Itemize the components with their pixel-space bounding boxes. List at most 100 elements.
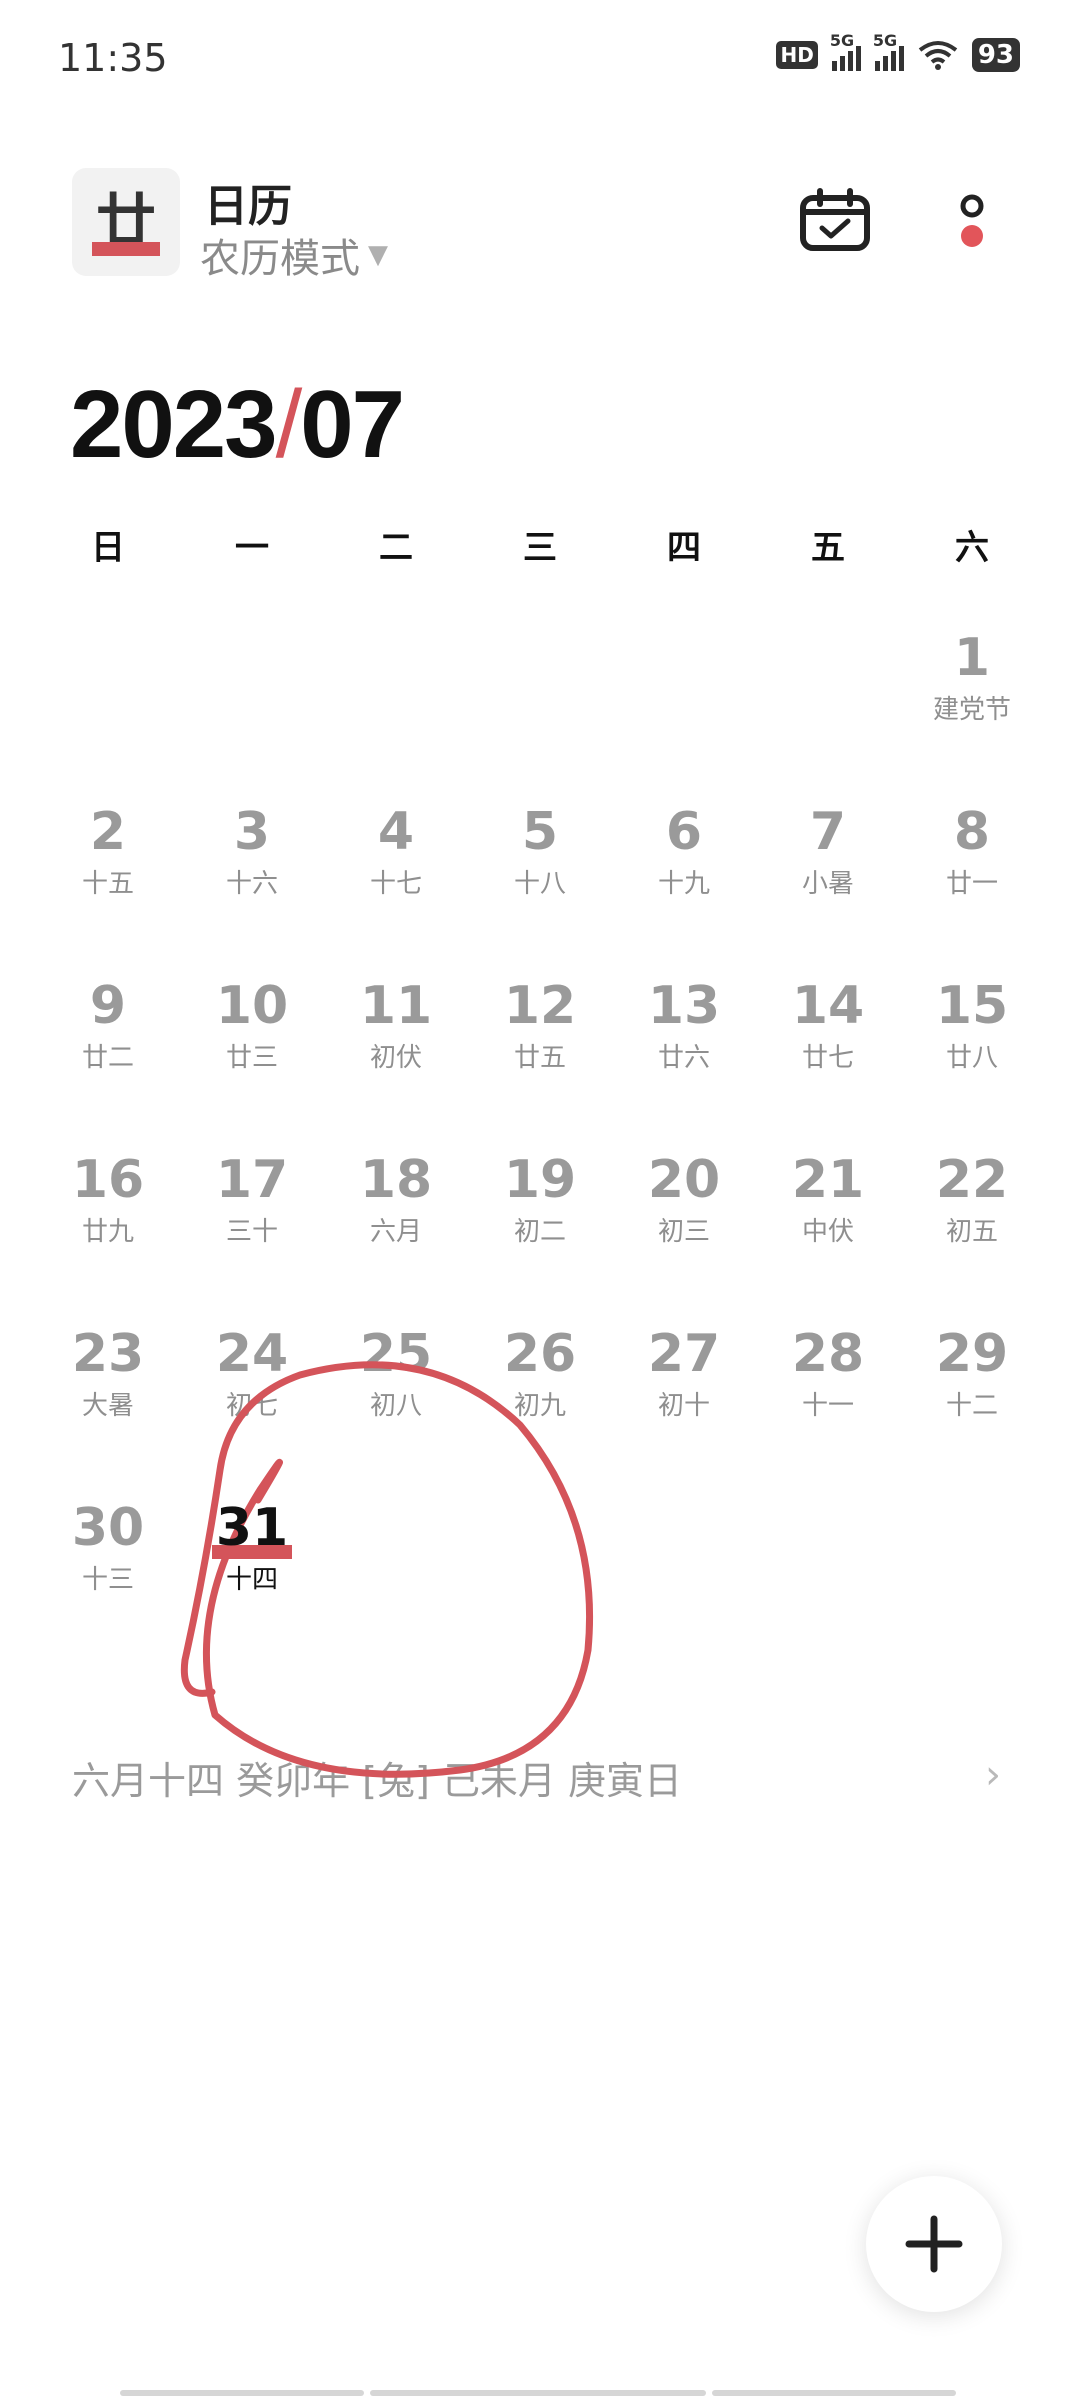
lunar-label: 初九 — [513, 1391, 566, 1421]
wifi-icon — [918, 41, 958, 70]
day-cell[interactable]: 17 三十 — [180, 1147, 324, 1321]
day-cell[interactable]: 22 初五 — [900, 1147, 1044, 1321]
day-cell[interactable]: 23 大暑 — [36, 1321, 180, 1495]
lunar-label: 初十 — [657, 1391, 710, 1421]
day-cell[interactable]: 13 廿六 — [612, 973, 756, 1147]
day-cell[interactable]: 26 初九 — [468, 1321, 612, 1495]
lunar-label: 十四 — [225, 1565, 278, 1595]
calendar-week: 23 大暑 24 初七 25 初八 26 初九 27 初十 28 十一 29 十二 — [36, 1321, 1044, 1495]
more-icon[interactable] — [950, 190, 994, 254]
lunar-label: 中伏 — [801, 1217, 854, 1247]
day-cell[interactable]: 19 初二 — [468, 1147, 612, 1321]
day-cell[interactable]: 27 初十 — [612, 1321, 756, 1495]
day-number: 8 — [953, 802, 991, 862]
lunar-label: 十三 — [81, 1565, 134, 1595]
lunar-label: 建党节 — [932, 695, 1011, 725]
day-cell — [36, 625, 180, 799]
hd-icon: HD — [776, 41, 818, 69]
day-cell[interactable]: 21 中伏 — [756, 1147, 900, 1321]
month-separator: / — [275, 371, 303, 478]
lunar-date-info[interactable]: 六月十四 癸卯年 [兔] 己未月 庚寅日 — [72, 1750, 682, 1805]
day-cell[interactable]: 12 廿五 — [468, 973, 612, 1147]
lunar-label: 廿一 — [945, 869, 998, 899]
day-cell[interactable]: 5 十八 — [468, 799, 612, 973]
logo-accent-bar — [92, 242, 160, 256]
weekday-label: 日 — [91, 528, 125, 568]
calendar-week: 1 建党节 — [36, 625, 1044, 799]
status-time: 11:35 — [58, 36, 168, 80]
app-title: 日历 — [204, 181, 292, 232]
add-event-button[interactable] — [866, 2176, 1002, 2312]
day-cell[interactable]: 18 六月 — [324, 1147, 468, 1321]
day-cell[interactable]: 7 小暑 — [756, 799, 900, 973]
lunar-label: 初三 — [657, 1217, 710, 1247]
day-number: 21 — [791, 1150, 865, 1210]
weekday-label: 一 — [235, 528, 269, 568]
day-number: 7 — [809, 802, 847, 862]
lunar-label: 廿五 — [513, 1043, 566, 1073]
day-cell[interactable]: 15 廿八 — [900, 973, 1044, 1147]
lunar-label: 十九 — [657, 869, 710, 899]
month-label: 07 — [300, 371, 405, 478]
month-title[interactable]: 2023/07 — [70, 370, 405, 480]
day-number: 5 — [521, 802, 559, 862]
lunar-label: 十六 — [225, 869, 278, 899]
day-number: 14 — [791, 976, 865, 1036]
weekday-label: 六 — [955, 528, 989, 568]
calendar-week: 2 十五 3 十六 4 十七 5 十八 6 十九 7 小暑 8 廿一 — [36, 799, 1044, 973]
lunar-label: 初七 — [225, 1391, 278, 1421]
weekday-label: 四 — [667, 528, 701, 568]
day-cell[interactable]: 30 十三 — [36, 1495, 180, 1669]
network-type-label: 5G — [829, 31, 855, 50]
status-bar: 11:35 HD 5G 5G 93 — [0, 0, 1080, 120]
day-cell[interactable]: 11 初伏 — [324, 973, 468, 1147]
lunar-label: 廿六 — [657, 1043, 710, 1073]
day-cell[interactable]: 24 初七 — [180, 1321, 324, 1495]
lunar-label: 十五 — [81, 869, 134, 899]
lunar-label: 廿八 — [945, 1043, 998, 1073]
day-number: 25 — [359, 1324, 433, 1384]
day-number: 10 — [215, 976, 289, 1036]
day-number: 15 — [935, 976, 1009, 1036]
day-cell[interactable]: 6 十九 — [612, 799, 756, 973]
day-number: 13 — [647, 976, 721, 1036]
day-cell[interactable]: 2 十五 — [36, 799, 180, 973]
navigation-handle — [120, 2390, 956, 2396]
lunar-label: 十七 — [369, 869, 422, 899]
day-number: 1 — [953, 628, 991, 688]
weekday-label: 二 — [379, 528, 413, 568]
day-cell[interactable]: 25 初八 — [324, 1321, 468, 1495]
day-cell[interactable]: 1 建党节 — [900, 625, 1044, 799]
day-number: 9 — [89, 976, 127, 1036]
lunar-label: 廿七 — [801, 1043, 854, 1073]
day-cell[interactable]: 29 十二 — [900, 1321, 1044, 1495]
lunar-label: 小暑 — [801, 869, 854, 899]
lunar-label: 廿九 — [81, 1217, 134, 1247]
day-number: 12 — [503, 976, 577, 1036]
mode-dropdown[interactable]: 农历模式 ▼ — [200, 226, 388, 284]
day-number: 22 — [935, 1150, 1009, 1210]
day-number: 24 — [215, 1324, 289, 1384]
calendar-week: 9 廿二 10 廿三 11 初伏 12 廿五 13 廿六 14 廿七 15 廿八 — [36, 973, 1044, 1147]
day-cell[interactable]: 14 廿七 — [756, 973, 900, 1147]
lunar-label: 三十 — [225, 1217, 278, 1247]
day-number: 23 — [71, 1324, 145, 1384]
day-cell[interactable]: 8 廿一 — [900, 799, 1044, 973]
app-logo[interactable]: 廿 — [72, 168, 180, 276]
day-cell[interactable]: 16 廿九 — [36, 1147, 180, 1321]
day-cell-today[interactable]: 31 十四 — [180, 1495, 324, 1669]
day-cell[interactable]: 20 初三 — [612, 1147, 756, 1321]
day-cell[interactable]: 9 廿二 — [36, 973, 180, 1147]
calendar-grid: 1 建党节 2 十五 3 十六 4 十七 5 十八 6 十九 7 小暑 8 廿一 9 廿二 10 廿… — [36, 625, 1044, 1669]
calendar-check-icon[interactable] — [800, 188, 870, 252]
day-number: 27 — [647, 1324, 721, 1384]
day-cell[interactable]: 4 十七 — [324, 799, 468, 973]
lunar-label: 十一 — [801, 1391, 854, 1421]
lunar-label: 初二 — [513, 1217, 566, 1247]
day-cell[interactable]: 10 廿三 — [180, 973, 324, 1147]
day-cell[interactable]: 3 十六 — [180, 799, 324, 973]
day-number: 19 — [503, 1150, 577, 1210]
day-cell — [756, 625, 900, 799]
chevron-right-icon[interactable]: › — [985, 1752, 1001, 1798]
day-cell[interactable]: 28 十一 — [756, 1321, 900, 1495]
